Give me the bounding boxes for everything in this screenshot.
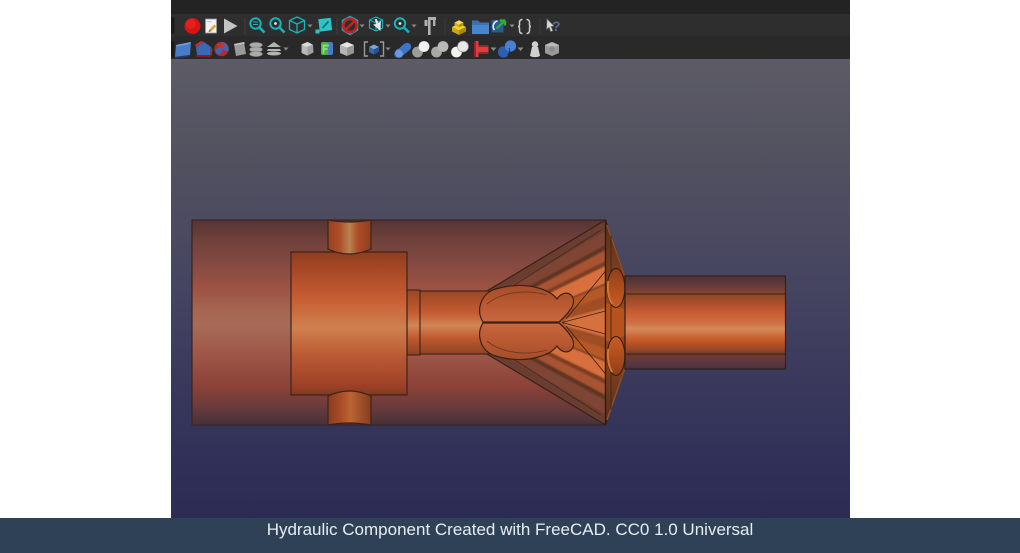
svg-text:?: ? — [552, 18, 561, 34]
